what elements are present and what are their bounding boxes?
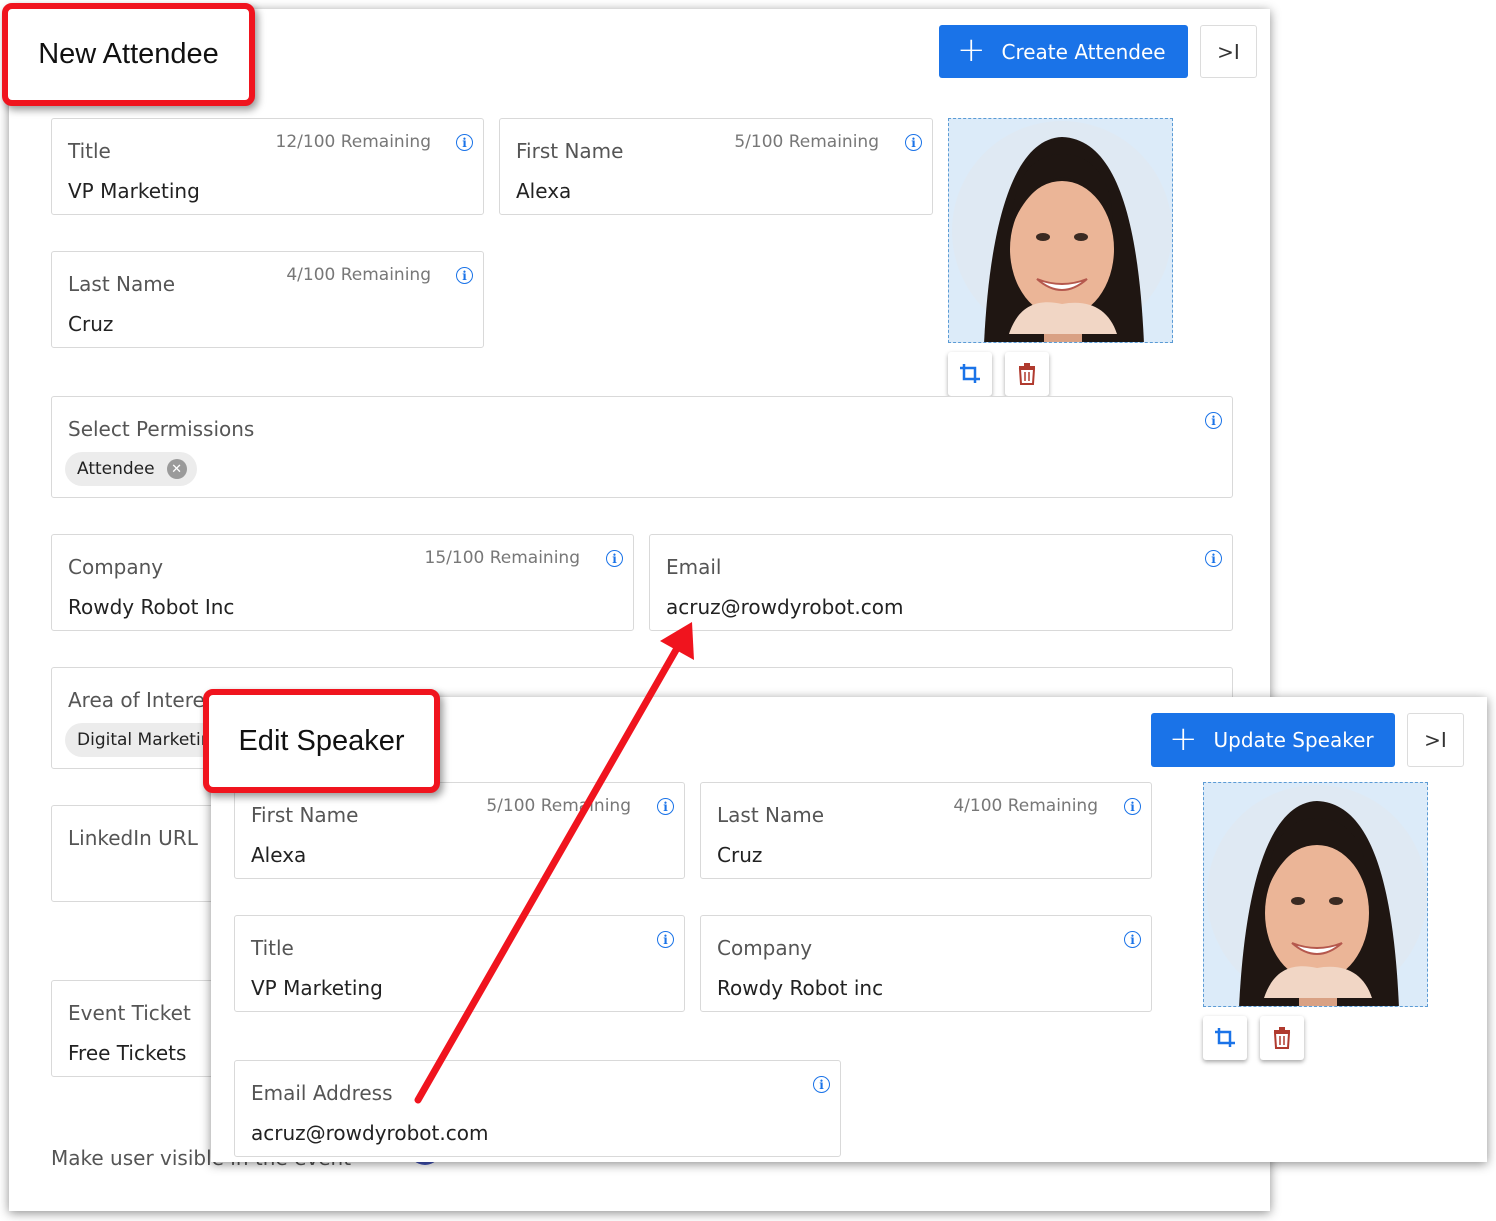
arrow-annotation <box>414 622 694 1104</box>
